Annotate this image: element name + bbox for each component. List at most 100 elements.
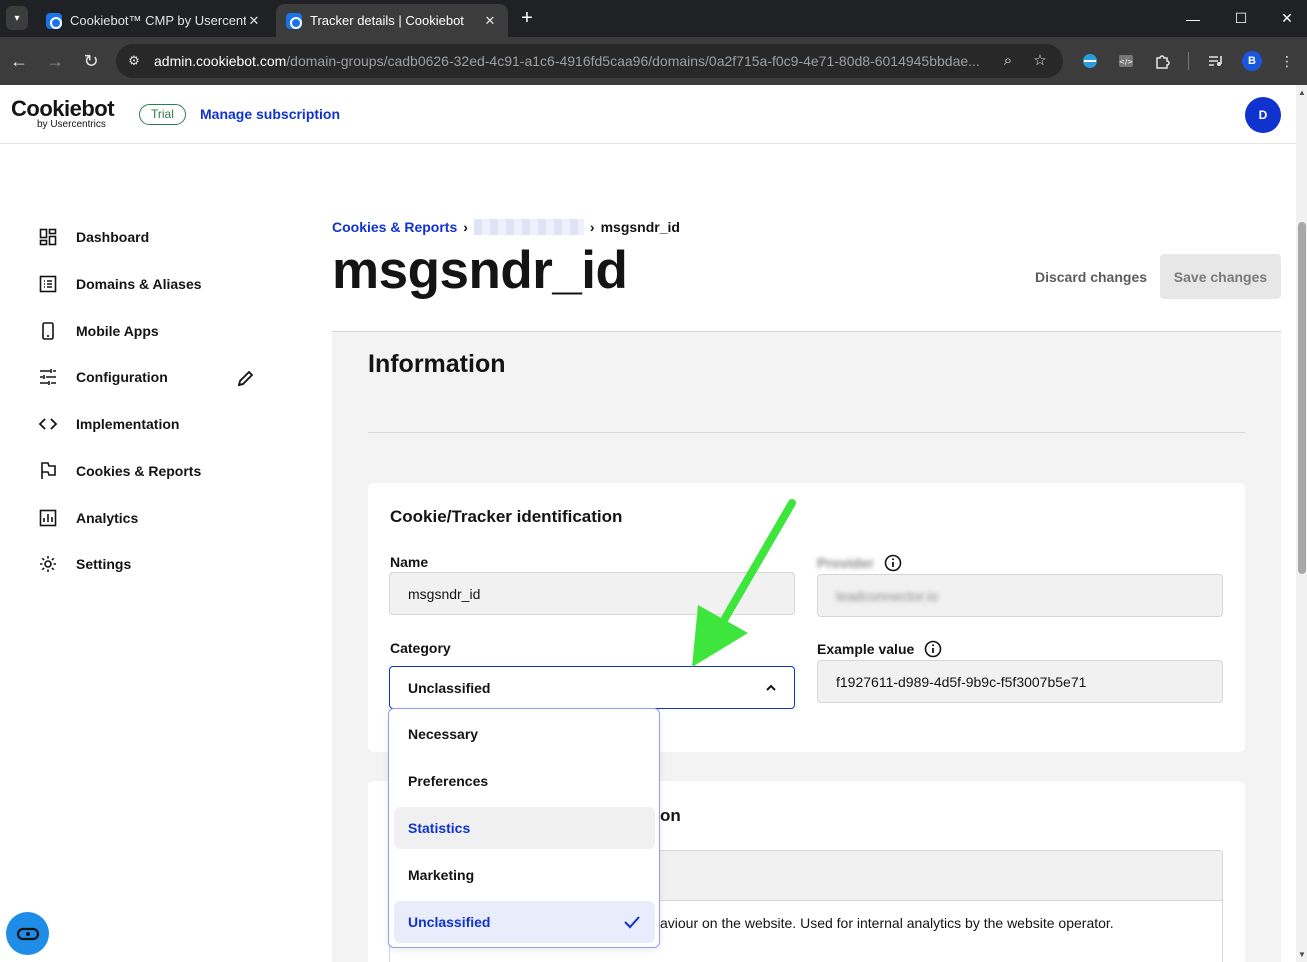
annotation-arrow-icon: [692, 499, 796, 667]
browser-profile-avatar[interactable]: B: [1242, 51, 1262, 71]
breadcrumb-current: msgsndr_id: [600, 218, 680, 235]
code-icon: [38, 414, 58, 434]
site-info-icon[interactable]: ⚙: [124, 51, 144, 71]
info-icon[interactable]: [884, 554, 902, 572]
category-option-marketing[interactable]: Marketing: [394, 854, 655, 896]
minimize-window-button[interactable]: —: [1170, 0, 1216, 37]
option-label: Unclassified: [408, 914, 491, 930]
sidebar-item-analytics[interactable]: Analytics: [38, 506, 268, 530]
discard-changes-button[interactable]: Discard changes: [1027, 255, 1155, 299]
logo-wordmark: Cookiebot: [11, 96, 115, 121]
sidebar-item-dashboard[interactable]: Dashboard: [38, 225, 268, 249]
media-controls-icon[interactable]: [1204, 50, 1226, 72]
scrollbar-thumb[interactable]: [1298, 222, 1306, 574]
sidebar-item-settings[interactable]: Settings: [38, 552, 268, 576]
category-dropdown-menu: Necessary Preferences Statistics Marketi…: [388, 708, 660, 948]
tab-title: Tracker details | Cookiebot: [310, 13, 464, 28]
reload-button[interactable]: ↻: [79, 49, 103, 73]
app-header: Cookiebot by Usercentrics Trial Manage s…: [0, 85, 1296, 144]
manage-subscription-link[interactable]: Manage subscription: [200, 106, 340, 122]
category-option-necessary[interactable]: Necessary: [394, 713, 655, 755]
zoom-icon[interactable]: ⌕: [998, 51, 1018, 71]
sidebar-item-implementation[interactable]: Implementation: [38, 412, 268, 436]
scroll-up-arrow-icon[interactable]: ▲: [1298, 88, 1306, 97]
extensions-puzzle-icon[interactable]: [1151, 50, 1173, 72]
sidebar-item-label: Mobile Apps: [76, 323, 159, 339]
sidebar-item-label: Settings: [76, 556, 132, 572]
category-selected-value: Unclassified: [408, 679, 491, 696]
cookiebot-logo[interactable]: Cookiebot by Usercentrics: [11, 96, 115, 130]
tab-search-button[interactable]: ▾: [6, 6, 28, 30]
list-icon: [38, 274, 58, 294]
description-text: aviour on the website. Used for internal…: [660, 915, 1114, 931]
tab-close-icon[interactable]: ✕: [482, 13, 498, 29]
browser-tab-active[interactable]: Tracker details | Cookiebot ✕: [276, 4, 508, 37]
breadcrumb-redacted-domain[interactable]: [473, 219, 584, 235]
breadcrumb-separator-icon: ›: [589, 218, 595, 235]
browser-tab-bar: ▾ Cookiebot™ CMP by Usercentri ✕ Tracker…: [0, 0, 1307, 37]
flag-icon: [38, 461, 58, 481]
sidebar-item-label: Configuration: [76, 369, 168, 385]
category-option-statistics[interactable]: Statistics: [394, 807, 655, 849]
provider-field[interactable]: leadconnector.io: [817, 574, 1223, 617]
cookiebot-favicon-icon: [286, 12, 302, 29]
card-title-fragment: on: [660, 806, 681, 825]
close-window-button[interactable]: ✕: [1264, 0, 1307, 37]
sidebar-item-cookies-reports[interactable]: Cookies & Reports: [38, 459, 268, 483]
section-title: Information: [368, 350, 506, 378]
sidebar-item-label: Dashboard: [76, 229, 150, 245]
cookiebot-widget-button[interactable]: [6, 912, 49, 955]
sidebar-item-mobile-apps[interactable]: Mobile Apps: [38, 319, 268, 343]
save-changes-button[interactable]: Save changes: [1160, 254, 1281, 299]
cookiebot-favicon-icon: [46, 12, 62, 29]
trial-badge: Trial: [139, 104, 186, 125]
new-tab-button[interactable]: +: [515, 7, 539, 31]
example-value-field[interactable]: f1927611-d989-4d5f-9b9c-f5f3007b5e71: [817, 660, 1223, 703]
browser-toolbar: ← → ↻ ⚙ admin.cookiebot.com/domain-group…: [0, 37, 1307, 85]
url-text: admin.cookiebot.com/domain-groups/cadb06…: [154, 53, 980, 69]
logo-byline: by Usercentrics: [37, 119, 106, 130]
edit-pencil-icon[interactable]: [236, 368, 256, 388]
breadcrumb-link-cookies-reports[interactable]: Cookies & Reports: [332, 219, 457, 235]
svg-text:</>: </>: [1119, 58, 1133, 66]
example-value-label-group: Example value: [817, 640, 942, 658]
chart-icon: [38, 508, 58, 528]
browser-tab[interactable]: Cookiebot™ CMP by Usercentri ✕: [36, 4, 272, 37]
gear-icon: [38, 554, 58, 574]
section-divider: [368, 432, 1245, 433]
provider-label-group: Provider: [817, 554, 902, 572]
forward-button[interactable]: →: [43, 49, 67, 73]
provider-value: leadconnector.io: [836, 587, 938, 604]
maximize-window-button[interactable]: ☐: [1218, 0, 1264, 37]
breadcrumb-separator-icon: ›: [463, 218, 468, 235]
sliders-icon: [38, 367, 58, 387]
category-option-unclassified[interactable]: Unclassified: [394, 901, 655, 943]
address-bar[interactable]: ⚙ admin.cookiebot.com/domain-groups/cadb…: [116, 44, 1063, 78]
toolbar-divider: [1188, 52, 1189, 70]
sidebar-item-label: Analytics: [76, 510, 139, 526]
scroll-down-arrow-icon[interactable]: ▼: [1298, 950, 1306, 959]
chevron-up-icon: [766, 684, 776, 691]
info-icon[interactable]: [924, 640, 942, 658]
tab-close-icon[interactable]: ✕: [246, 13, 262, 29]
category-option-preferences[interactable]: Preferences: [394, 760, 655, 802]
browser-menu-icon[interactable]: ⋮: [1276, 50, 1298, 72]
back-button[interactable]: ←: [7, 49, 31, 73]
mobile-icon: [38, 321, 58, 341]
breadcrumb: Cookies & Reports › › msgsndr_id: [332, 218, 680, 235]
dashboard-icon: [38, 227, 58, 247]
sidebar-item-configuration[interactable]: Configuration: [38, 365, 268, 389]
sidebar-item-label: Domains & Aliases: [76, 276, 202, 292]
bookmark-star-icon[interactable]: ☆: [1030, 51, 1050, 71]
cookiebot-widget-icon: [16, 927, 39, 940]
sidebar-item-label: Implementation: [76, 416, 180, 432]
card-title: Cookie/Tracker identification: [390, 507, 623, 526]
name-label: Name: [390, 554, 429, 570]
sidebar-item-domains[interactable]: Domains & Aliases: [38, 272, 268, 296]
checkmark-icon: [624, 916, 640, 929]
devtools-extension-icon[interactable]: </>: [1115, 50, 1137, 72]
extension-icon[interactable]: [1079, 50, 1101, 72]
tab-title: Cookiebot™ CMP by Usercentri: [70, 13, 246, 28]
user-avatar[interactable]: D: [1245, 97, 1281, 133]
page-title: msgsndr_id: [332, 241, 628, 300]
